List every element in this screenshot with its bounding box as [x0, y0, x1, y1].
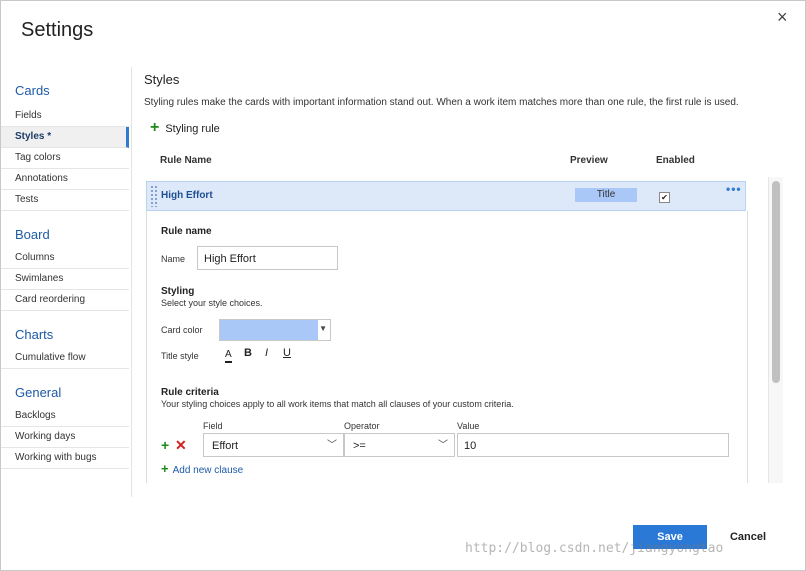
styling-heading: Styling — [161, 286, 195, 297]
card-color-label: Card color — [161, 325, 203, 335]
dropdown-arrow-icon: ▼ — [319, 324, 327, 333]
rule-name-heading: Rule name — [161, 226, 212, 237]
nav-item-tests[interactable]: Tests — [1, 190, 129, 211]
drag-handle-icon[interactable] — [150, 185, 158, 207]
italic-button[interactable]: I — [265, 347, 268, 359]
nav-item-card-reordering[interactable]: Card reordering — [1, 290, 129, 311]
plus-icon: + — [150, 119, 160, 136]
remove-clause-icon[interactable]: ✕ — [175, 437, 187, 454]
operator-column-label: Operator — [344, 421, 380, 431]
nav-group-cards: Cards — [15, 83, 50, 98]
settings-sidebar: Cards Fields Styles * Tag colors Annotat… — [1, 67, 132, 497]
close-icon[interactable]: × — [777, 7, 788, 28]
add-styling-rule-button[interactable]: + Styling rule — [150, 119, 220, 137]
field-select[interactable]: Effort ﹀ — [203, 433, 344, 457]
section-description: Styling rules make the cards with import… — [144, 97, 739, 108]
nav-item-working-days[interactable]: Working days — [1, 427, 129, 448]
nav-item-cumulative-flow[interactable]: Cumulative flow — [1, 348, 129, 369]
field-select-value: Effort — [212, 440, 239, 452]
scrollbar-thumb[interactable] — [772, 181, 780, 383]
nav-item-styles[interactable]: Styles * — [1, 127, 129, 148]
column-header-rule-name: Rule Name — [160, 155, 212, 166]
nav-group-charts: Charts — [15, 327, 54, 342]
rule-row[interactable]: High Effort Title ✔ ••• — [146, 181, 746, 211]
watermark: http://blog.csdn.net/jiangyongtao — [465, 541, 724, 556]
section-title: Styles — [144, 72, 180, 87]
rule-name-input[interactable]: High Effort — [197, 246, 338, 270]
rule-preview: Title — [575, 188, 637, 202]
plus-icon: + — [161, 461, 169, 476]
styling-subtitle: Select your style choices. — [161, 298, 263, 308]
underline-button[interactable]: U — [283, 347, 291, 359]
card-color-picker[interactable]: ▼ — [219, 319, 331, 341]
nav-item-swimlanes[interactable]: Swimlanes — [1, 269, 129, 290]
rule-criteria-heading: Rule criteria — [161, 387, 219, 398]
rule-editor: Rule name Name High Effort Styling Selec… — [146, 211, 748, 483]
rule-enabled-checkbox[interactable]: ✔ — [659, 192, 670, 203]
operator-select[interactable]: >= ﹀ — [344, 433, 455, 457]
cancel-button[interactable]: Cancel — [713, 525, 783, 549]
rule-name: High Effort — [161, 190, 213, 201]
title-style-label: Title style — [161, 351, 199, 361]
nav-item-fields[interactable]: Fields — [1, 106, 129, 127]
dialog-title: Settings — [21, 19, 94, 41]
value-column-label: Value — [457, 421, 480, 431]
nav-group-board: Board — [15, 227, 50, 242]
add-rule-label: Styling rule — [165, 123, 220, 135]
column-header-enabled: Enabled — [656, 155, 695, 166]
column-header-preview: Preview — [570, 155, 608, 166]
name-label: Name — [161, 254, 186, 264]
field-column-label: Field — [203, 421, 223, 431]
more-options-icon[interactable]: ••• — [726, 182, 742, 196]
rule-criteria-subtitle: Your styling choices apply to all work i… — [161, 399, 514, 409]
chevron-down-icon: ﹀ — [327, 440, 337, 451]
add-new-clause-label: Add new clause — [172, 465, 244, 476]
value-input[interactable]: 10 — [457, 433, 729, 457]
nav-item-columns[interactable]: Columns — [1, 248, 129, 269]
settings-dialog: Settings × Cards Fields Styles * Tag col… — [0, 0, 806, 571]
nav-item-annotations[interactable]: Annotations — [1, 169, 129, 190]
operator-select-value: >= — [353, 440, 366, 452]
add-new-clause-link[interactable]: + Add new clause — [161, 461, 243, 476]
nav-item-backlogs[interactable]: Backlogs — [1, 406, 129, 427]
add-clause-icon[interactable]: + — [161, 437, 169, 453]
chevron-down-icon: ﹀ — [438, 440, 448, 451]
nav-item-working-with-bugs[interactable]: Working with bugs — [1, 448, 129, 469]
nav-item-tag-colors[interactable]: Tag colors — [1, 148, 129, 169]
nav-group-general: General — [15, 385, 62, 400]
text-color-button[interactable]: A — [225, 349, 232, 363]
color-swatch — [220, 320, 318, 340]
bold-button[interactable]: B — [244, 347, 252, 359]
